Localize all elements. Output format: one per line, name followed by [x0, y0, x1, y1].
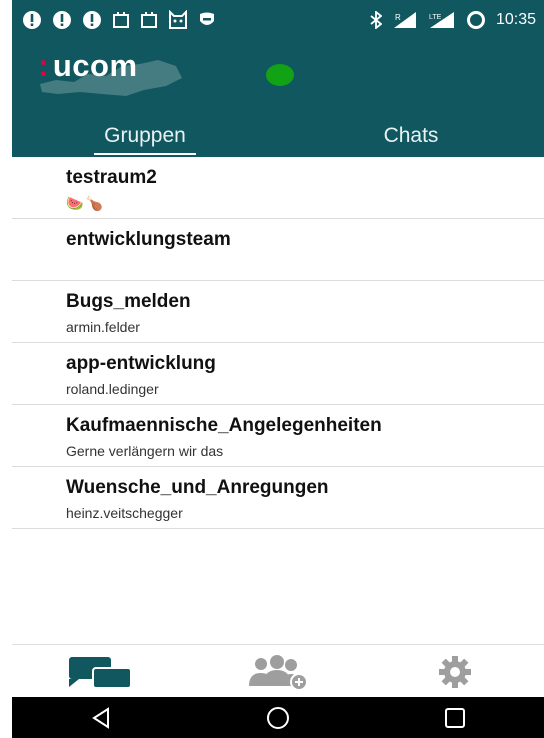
group-last-message: 🍉 🍗	[66, 195, 103, 212]
recents-button[interactable]	[415, 697, 495, 738]
home-button[interactable]	[238, 697, 318, 738]
chats-icon	[67, 655, 135, 689]
system-indicators: R LTE 10:35	[370, 10, 544, 30]
app-header: R LTE 10:35 : ucom Gruppen Chats	[12, 0, 544, 157]
group-list-item[interactable]: entwicklungsteam	[12, 219, 544, 281]
presence-indicator	[266, 64, 294, 86]
group-name: entwicklungsteam	[66, 229, 231, 250]
add-group-icon	[247, 654, 309, 690]
bottom-navigation	[12, 644, 544, 698]
group-list-item[interactable]: Wuensche_und_Anregungen heinz.veitschegg…	[12, 467, 544, 529]
signal-lte-label: LTE	[429, 14, 442, 21]
app-logo: : ucom	[36, 48, 196, 102]
group-name: Wuensche_und_Anregungen	[66, 477, 329, 498]
group-last-message: armin.felder	[66, 319, 140, 335]
group-list-item[interactable]: Bugs_melden armin.felder	[12, 281, 544, 343]
cat-icon	[168, 10, 188, 30]
tab-chats[interactable]: Chats	[278, 118, 544, 157]
shield-icon	[198, 11, 216, 29]
logo-colon: :	[38, 48, 49, 83]
tab-label: Chats	[383, 124, 439, 147]
group-list-item[interactable]: app-entwicklung roland.ledinger	[12, 343, 544, 405]
tab-gruppen[interactable]: Gruppen	[12, 118, 278, 157]
nav-add-group-button[interactable]	[223, 645, 333, 698]
alert-icon	[82, 10, 102, 30]
signal-roaming-label: R	[395, 13, 401, 22]
logo-text: ucom	[52, 48, 138, 83]
nav-chats-button[interactable]	[46, 645, 156, 698]
signal-lte-icon: LTE	[428, 11, 456, 29]
group-last-message: roland.ledinger	[66, 381, 159, 397]
calendar-icon	[140, 11, 158, 29]
group-name: testraum2	[66, 167, 157, 188]
settings-icon	[437, 654, 473, 690]
ring-icon	[466, 10, 486, 30]
group-name: Bugs_melden	[66, 291, 191, 312]
tab-bar: Gruppen Chats	[12, 118, 544, 157]
calendar-icon	[112, 11, 130, 29]
watermelon-emoji: 🍉	[66, 195, 84, 211]
bluetooth-icon	[370, 11, 382, 29]
status-bar: R LTE 10:35	[12, 0, 544, 40]
drumstick-emoji: 🍗	[85, 195, 103, 211]
recents-square-icon	[444, 707, 466, 729]
notification-icons	[12, 10, 216, 30]
group-list: testraum2 🍉 🍗 entwicklungsteam Bugs_melde…	[12, 157, 544, 529]
group-name: Kaufmaennische_Angelegenheiten	[66, 415, 382, 436]
group-list-item[interactable]: Kaufmaennische_Angelegenheiten Gerne ver…	[12, 405, 544, 467]
tab-label: Gruppen	[104, 124, 186, 147]
group-last-message: heinz.veitschegger	[66, 505, 183, 521]
group-last-message: Gerne verlängern wir das	[66, 443, 224, 459]
group-list-item[interactable]: testraum2 🍉 🍗	[12, 157, 544, 219]
system-navigation-bar	[12, 697, 544, 738]
group-name: app-entwicklung	[66, 353, 216, 374]
status-time: 10:35	[495, 11, 536, 28]
back-triangle-icon	[90, 706, 112, 729]
back-button[interactable]	[61, 697, 141, 738]
home-circle-icon	[266, 706, 290, 730]
signal-r-icon: R	[392, 11, 418, 29]
alert-icon	[22, 10, 42, 30]
nav-settings-button[interactable]	[400, 645, 510, 698]
alert-icon	[52, 10, 72, 30]
app-screen: R LTE 10:35 : ucom Gruppen Chats testrau…	[12, 0, 544, 738]
